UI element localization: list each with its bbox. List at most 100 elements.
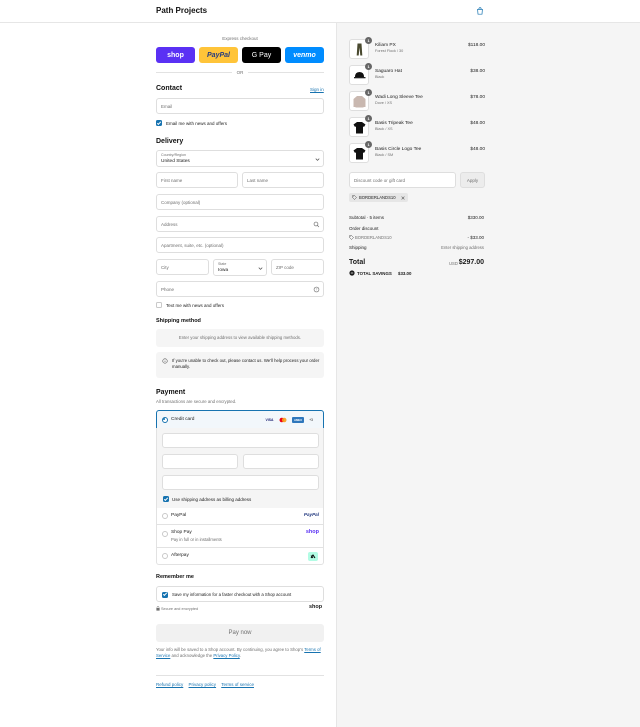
shipping-label: Shipping: [349, 245, 367, 250]
discount-chip: BORDERLANDS10: [349, 193, 408, 202]
zip-placeholder: ZIP code: [276, 265, 294, 270]
shop-pay-option[interactable]: Shop Pay Pay in full or in installments …: [156, 525, 324, 548]
help-circle-icon[interactable]: ?: [313, 286, 320, 293]
state-select[interactable]: State Iowa: [213, 259, 267, 276]
shop-pay-radio[interactable]: [162, 531, 168, 537]
apply-discount-button[interactable]: Apply: [460, 172, 485, 188]
subtotal-value: $330.00: [467, 215, 484, 220]
newsletter-checkbox[interactable]: [156, 120, 162, 126]
cart-item: 1 Basis Circle Logo Tee Black / SM $48.0…: [349, 141, 485, 165]
afterpay-radio[interactable]: [162, 553, 168, 559]
credit-card-label: Credit card: [171, 417, 195, 422]
refund-policy-link[interactable]: Refund policy: [156, 682, 183, 687]
city-placeholder: City: [161, 265, 169, 270]
item-price: $48.00: [470, 147, 485, 152]
card-number-field[interactable]: [162, 433, 319, 448]
hat-icon: [354, 72, 366, 79]
item-variant: Black / XS: [375, 127, 393, 131]
lock-icon: [156, 606, 160, 611]
item-name: Saguaro Hat: [375, 69, 402, 74]
card-expiry-field[interactable]: [162, 454, 238, 469]
card-name-field[interactable]: [162, 475, 319, 490]
order-discount-code: BORDERLANDS10: [355, 235, 392, 240]
long-sleeve-tee-icon: [353, 96, 366, 108]
manual-order-text: If you're unable to check out, please co…: [172, 358, 320, 369]
last-name-placeholder: Last name: [247, 178, 269, 183]
remember-me-box[interactable]: Save my information for a faster checkou…: [156, 586, 324, 602]
card-security-field[interactable]: [243, 454, 319, 469]
item-name: Wadi Long Sleeve Tee: [375, 95, 423, 100]
paypal-label: PayPal: [171, 513, 187, 518]
or-text: OR: [236, 69, 244, 75]
address-field[interactable]: Address: [156, 216, 324, 232]
product-thumbnail: 1: [349, 115, 372, 137]
save-info-label: Save my information for a faster checkou…: [172, 592, 292, 597]
discount-placeholder: Discount code or gift card: [354, 178, 406, 183]
city-field[interactable]: City: [156, 259, 209, 275]
company-field[interactable]: Company (optional): [156, 194, 324, 210]
contact-title: Contact: [156, 85, 183, 92]
google-pay-button[interactable]: G Pay: [242, 47, 281, 63]
legal-text-middle: and acknowledge the: [170, 653, 214, 658]
save-info-checkbox[interactable]: [162, 591, 168, 598]
info-icon: [162, 358, 168, 364]
amex-icon: AMEX: [292, 417, 304, 423]
close-icon[interactable]: [400, 195, 405, 200]
zip-field[interactable]: ZIP code: [271, 259, 324, 275]
legal-text: Your info will be saved to a Shop accoun…: [156, 647, 324, 659]
first-name-placeholder: First name: [161, 178, 183, 183]
first-name-field[interactable]: First name: [156, 172, 238, 188]
order-discount-label: Order discount: [349, 226, 379, 231]
quantity-badge: 1: [365, 37, 372, 44]
or-divider: OR: [156, 70, 324, 75]
manual-order-notice: If you're unable to check out, please co…: [156, 352, 324, 378]
shop-pay-button[interactable]: shop: [156, 47, 195, 63]
item-name: Basis Tripeak Tee: [375, 121, 413, 126]
company-placeholder: Company (optional): [161, 200, 201, 205]
tag-icon: [352, 195, 357, 200]
billing-address-checkbox[interactable]: [163, 496, 169, 502]
shop-privacy-link[interactable]: Privacy Policy: [213, 653, 239, 658]
product-thumbnail: 1: [349, 141, 372, 163]
payment-title: Payment: [156, 389, 186, 396]
apartment-field[interactable]: Apartment, suite, etc. (optional): [156, 237, 324, 253]
discount-code-input[interactable]: Discount code or gift card: [349, 172, 456, 188]
paypal-button[interactable]: PayPal: [199, 47, 238, 63]
total-label: Total: [349, 259, 366, 266]
paypal-option[interactable]: PayPal PayPal: [156, 508, 324, 525]
country-value: United States: [161, 158, 190, 164]
country-select[interactable]: Country/Region United States: [156, 150, 324, 167]
afterpay-label: Afterpay: [171, 553, 189, 558]
afterpay-option[interactable]: Afterpay: [156, 548, 324, 565]
email-placeholder: Email: [161, 104, 173, 109]
venmo-button[interactable]: venmo: [285, 47, 324, 63]
newsletter-label: Email me with news and offers: [166, 120, 227, 126]
legal-text-start: Your info will be saved to a Shop accoun…: [156, 647, 305, 652]
header: Path Projects: [0, 0, 640, 23]
terms-of-service-link[interactable]: Terms of service: [221, 682, 254, 687]
card-details-panel: Use shipping address as billing address: [156, 428, 324, 508]
shipping-method-title: Shipping method: [156, 318, 201, 324]
paypal-radio[interactable]: [162, 513, 168, 519]
payment-subtitle: All transactions are secure and encrypte…: [156, 399, 237, 404]
tag-icon: [349, 235, 354, 240]
shopping-bag-icon[interactable]: [476, 7, 484, 15]
store-brand[interactable]: Path Projects: [156, 6, 207, 15]
pay-now-button[interactable]: Pay now: [156, 624, 324, 642]
remember-me-title: Remember me: [156, 574, 194, 580]
quantity-badge: 1: [365, 115, 372, 122]
sign-in-link[interactable]: Sign in: [310, 87, 324, 92]
email-field[interactable]: Email: [156, 98, 324, 114]
delivery-title: Delivery: [156, 138, 184, 145]
shop-pay-logo-icon: shop: [305, 529, 319, 535]
item-price: $38.00: [470, 69, 485, 74]
footer-divider: [156, 675, 324, 676]
last-name-field[interactable]: Last name: [242, 172, 324, 188]
credit-card-option[interactable]: Credit card VISA AMEX +3: [156, 410, 324, 429]
order-discount-value: - $33.00: [467, 235, 484, 240]
credit-card-radio[interactable]: [162, 417, 168, 423]
privacy-policy-link[interactable]: Privacy policy: [189, 682, 217, 687]
item-name: Kiliam PX: [375, 43, 396, 48]
text-offers-checkbox[interactable]: [156, 302, 162, 308]
phone-field[interactable]: Phone ?: [156, 281, 324, 297]
